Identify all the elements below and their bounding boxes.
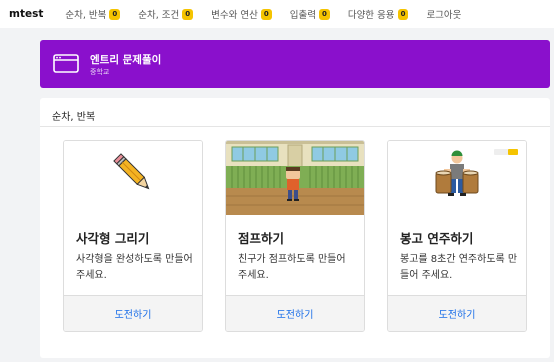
banner-title: 엔트리 문제풀이: [90, 54, 162, 66]
count-badge: 0: [318, 8, 330, 20]
brand-link[interactable]: mtest: [9, 8, 43, 20]
count-badge: 0: [260, 8, 272, 20]
problem-card: 점프하기 친구가 점프하도록 만들어 주세요. 도전하기: [225, 140, 365, 332]
banner-subtitle: 중학교: [90, 68, 110, 76]
card-title: 점프하기: [238, 231, 285, 246]
card-title: 사각형 그리기: [76, 231, 150, 246]
window-icon: [53, 54, 79, 73]
classroom-thumbnail: [226, 141, 364, 215]
nav-item-logout[interactable]: 로그아웃: [426, 7, 461, 21]
nav-item-applications[interactable]: 다양한 응용 0: [348, 7, 409, 21]
problem-card: 사각형 그리기 사각형을 완성하도록 만들어 주세요. 도전하기: [63, 140, 203, 332]
nav-item-io[interactable]: 입출력 0: [290, 7, 330, 21]
challenge-button[interactable]: 도전하기: [439, 306, 476, 321]
nav-item-label: 순차, 반복: [65, 10, 107, 21]
nav-item-label: 다양한 응용: [347, 10, 395, 21]
page-banner: 엔트리 문제풀이 중학교: [40, 40, 550, 88]
pencil-icon: [64, 141, 202, 215]
bongo-player-thumbnail: [388, 141, 526, 215]
card-footer: 도전하기: [226, 295, 364, 331]
card-description: 봉고를 8초간 연주하도록 만들어 주세요.: [400, 254, 518, 281]
count-badge: 0: [182, 8, 194, 20]
card-description: 친구가 점프하도록 만들어 주세요.: [238, 254, 346, 281]
count-badge: 0: [397, 8, 409, 20]
nav-item-sequence-loop[interactable]: 순차, 반복 0: [65, 7, 121, 21]
card-description: 사각형을 완성하도록 만들어 주세요.: [76, 254, 193, 281]
challenge-button[interactable]: 도전하기: [277, 306, 314, 321]
nav-item-label: 로그아웃: [426, 10, 462, 21]
problem-card: 봉고 연주하기 봉고를 8초간 연주하도록 만들어 주세요. 도전하기: [387, 140, 527, 332]
nav-item-label: 입출력: [289, 10, 316, 21]
count-badge: 0: [109, 8, 121, 20]
section-title: 순차, 반복: [52, 112, 96, 123]
nav-item-label: 순차, 조건: [138, 10, 180, 21]
nav-item-label: 변수와 연산: [211, 10, 258, 21]
nav-item-sequence-condition[interactable]: 순차, 조건 0: [138, 7, 194, 21]
card-footer: 도전하기: [64, 295, 202, 331]
top-navbar: mtest 순차, 반복 0 순차, 조건 0 변수와 연산 0 입출력 0 다…: [0, 0, 554, 28]
section-divider: [40, 126, 550, 127]
card-footer: 도전하기: [388, 295, 526, 331]
card-title: 봉고 연주하기: [400, 231, 474, 246]
challenge-button[interactable]: 도전하기: [115, 306, 152, 321]
nav-item-variables[interactable]: 변수와 연산 0: [211, 7, 272, 21]
